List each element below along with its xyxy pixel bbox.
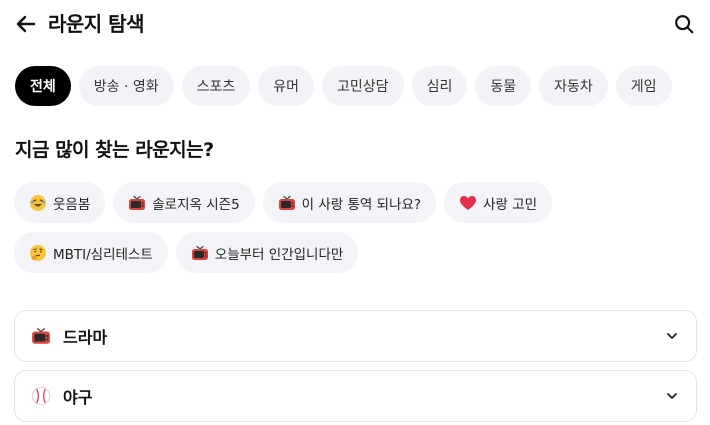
tv-icon	[31, 326, 51, 346]
tab-cars[interactable]: 자동차	[539, 66, 608, 106]
lounge-chip-laugh[interactable]: 웃음봄	[14, 182, 106, 223]
lounge-chip-label: 이 사랑 통역 되나요?	[301, 196, 422, 213]
search-button[interactable]	[670, 10, 698, 38]
lounge-chip-love-translation[interactable]: 이 사랑 통역 되나요?	[262, 182, 437, 223]
thinking-face-icon	[29, 244, 47, 262]
tv-icon	[278, 194, 296, 212]
tab-broadcast-movie[interactable]: 방송 · 영화	[78, 66, 174, 106]
lounge-chip-human-from-today[interactable]: 오늘부터 인간입니다만	[175, 232, 359, 273]
category-accordion-baseball[interactable]: 야구	[14, 370, 697, 422]
lounge-chip-love-advice[interactable]: 사랑 고민	[444, 182, 553, 223]
category-accordion-drama[interactable]: 드라마	[14, 310, 697, 362]
tv-icon	[128, 194, 146, 212]
chevron-down-icon[interactable]	[664, 328, 680, 344]
tab-all[interactable]: 전체	[15, 66, 71, 106]
lounge-chip-label: 사랑 고민	[483, 196, 538, 213]
arrow-left-icon	[16, 15, 36, 33]
accordion-label: 야구	[63, 388, 93, 407]
back-button[interactable]	[12, 10, 40, 38]
tab-animals[interactable]: 동물	[475, 66, 532, 106]
header: 라운지 탐색	[0, 0, 710, 50]
tab-humor[interactable]: 유머	[258, 66, 315, 106]
lounge-chip-label: 오늘부터 인간입니다만	[214, 246, 344, 263]
search-icon	[675, 15, 694, 34]
accordion-label: 드라마	[63, 328, 108, 347]
lounge-chip-mbti[interactable]: MBTI/심리테스트	[14, 232, 168, 273]
tv-icon	[191, 244, 209, 262]
tab-counseling[interactable]: 고민상담	[322, 66, 404, 106]
baseball-icon	[31, 386, 51, 406]
chevron-down-icon[interactable]	[664, 388, 680, 404]
lounge-chip-label: 웃음봄	[53, 196, 91, 213]
lounge-chip-label: MBTI/심리테스트	[53, 246, 153, 263]
lounge-chip-solo-hell[interactable]: 솔로지옥 시즌5	[113, 182, 255, 223]
popular-lounge-chips: 웃음봄 솔로지옥 시즌5 이 사랑 통역 되나요? 사랑 고민 MBTI/심리테…	[14, 182, 574, 273]
popular-section-title: 지금 많이 찾는 라운지는?	[15, 139, 214, 161]
category-tabs: 전체 방송 · 영화 스포츠 유머 고민상담 심리 동물 자동차 게임	[15, 66, 672, 106]
lounge-chip-label: 솔로지옥 시즌5	[152, 196, 240, 213]
page-title: 라운지 탐색	[48, 12, 144, 36]
heart-icon	[459, 194, 477, 212]
tab-psychology[interactable]: 심리	[411, 66, 468, 106]
tab-games[interactable]: 게임	[615, 66, 672, 106]
tab-sports[interactable]: 스포츠	[181, 66, 251, 106]
laughing-face-icon	[29, 194, 47, 212]
